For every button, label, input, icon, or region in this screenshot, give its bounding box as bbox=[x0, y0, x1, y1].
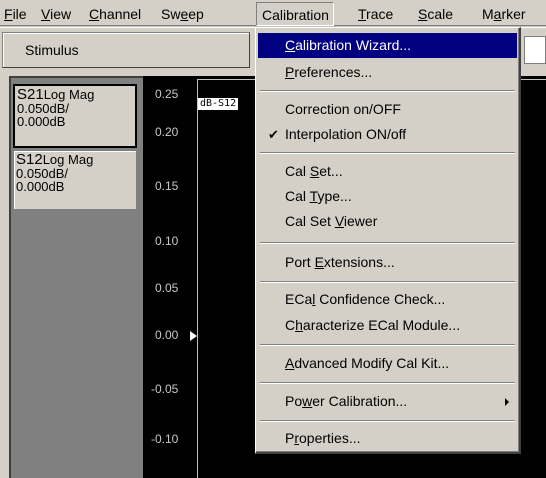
y-axis-label: 0.05 bbox=[155, 281, 179, 295]
submenu-arrow-icon bbox=[505, 398, 509, 406]
checkmark-icon: ✔ bbox=[268, 127, 279, 142]
menu-item-correction-toggle[interactable]: Correction on/OFF bbox=[258, 97, 517, 122]
y-axis-label: 0.10 bbox=[155, 234, 179, 248]
menu-separator bbox=[260, 420, 515, 422]
menu-item-ecal-confidence-check[interactable]: ECal Confidence Check... bbox=[258, 287, 517, 312]
menu-item-cal-type[interactable]: Cal Type... bbox=[258, 184, 517, 209]
menu-separator bbox=[260, 90, 515, 92]
y-axis-label: 0.25 bbox=[155, 87, 179, 101]
menu-bar: File View Channel Sweep Calibration Trac… bbox=[0, 0, 546, 26]
menu-item-port-extensions[interactable]: Port Extensions... bbox=[258, 250, 517, 275]
calibration-dropdown-menu: Calibration Wizard... Preferences... Cor… bbox=[255, 27, 521, 454]
network-analyzer-window: File View Channel Sweep Calibration Trac… bbox=[0, 0, 546, 478]
menu-scale[interactable]: Scale bbox=[418, 4, 453, 24]
menu-sweep[interactable]: Sweep bbox=[161, 4, 204, 24]
menu-item-characterize-ecal-module[interactable]: Characterize ECal Module... bbox=[258, 313, 517, 338]
y-axis-label: 0.15 bbox=[155, 179, 179, 193]
menu-file[interactable]: File bbox=[4, 4, 27, 24]
trace-s12-box[interactable]: S12Log Mag 0.050dB/ 0.000dB bbox=[13, 150, 137, 210]
trace-s12-format: Log Mag bbox=[42, 152, 94, 167]
menu-view[interactable]: View bbox=[41, 4, 71, 24]
menu-item-power-calibration[interactable]: Power Calibration... bbox=[258, 389, 517, 414]
menu-item-properties[interactable]: Properties... bbox=[258, 426, 517, 451]
y-axis-label: 0.20 bbox=[155, 125, 179, 139]
menu-separator bbox=[260, 344, 515, 346]
menu-trace[interactable]: Trace bbox=[358, 4, 393, 24]
y-axis-label: -0.10 bbox=[151, 432, 179, 446]
trace-s21-format: Log Mag bbox=[43, 87, 95, 102]
y-axis-label: -0.05 bbox=[151, 382, 179, 396]
y-axis-label: 0.00 bbox=[155, 328, 179, 342]
reference-level-marker[interactable] bbox=[190, 331, 197, 341]
trace-s21-ref: 0.000dB bbox=[17, 114, 66, 129]
toolbar-entry-field[interactable] bbox=[524, 36, 546, 64]
trace-tag-label: dB-S12 bbox=[198, 98, 239, 110]
menu-separator bbox=[260, 242, 515, 244]
menu-item-preferences[interactable]: Preferences... bbox=[258, 60, 517, 85]
menu-item-calibration-wizard[interactable]: Calibration Wizard... bbox=[258, 33, 517, 58]
menu-calibration[interactable]: Calibration bbox=[256, 2, 334, 26]
menu-separator bbox=[260, 281, 515, 283]
trace-s21-box[interactable]: S21Log Mag 0.050dB/ 0.000dB bbox=[13, 84, 137, 148]
menu-item-advanced-modify-cal-kit[interactable]: Advanced Modify Cal Kit... bbox=[258, 351, 517, 376]
menu-item-cal-set-viewer[interactable]: Cal Set Viewer bbox=[258, 209, 517, 234]
menu-separator bbox=[260, 152, 515, 154]
menu-channel[interactable]: Channel bbox=[89, 4, 141, 24]
stimulus-button[interactable]: Stimulus bbox=[2, 32, 250, 68]
trace-s12-ref: 0.000dB bbox=[16, 179, 65, 194]
menu-marker[interactable]: Marker bbox=[482, 4, 526, 24]
menu-separator bbox=[260, 382, 515, 384]
menu-item-cal-set[interactable]: Cal Set... bbox=[258, 159, 517, 184]
menu-item-interpolation-toggle[interactable]: ✔ Interpolation ON/off bbox=[258, 122, 517, 147]
